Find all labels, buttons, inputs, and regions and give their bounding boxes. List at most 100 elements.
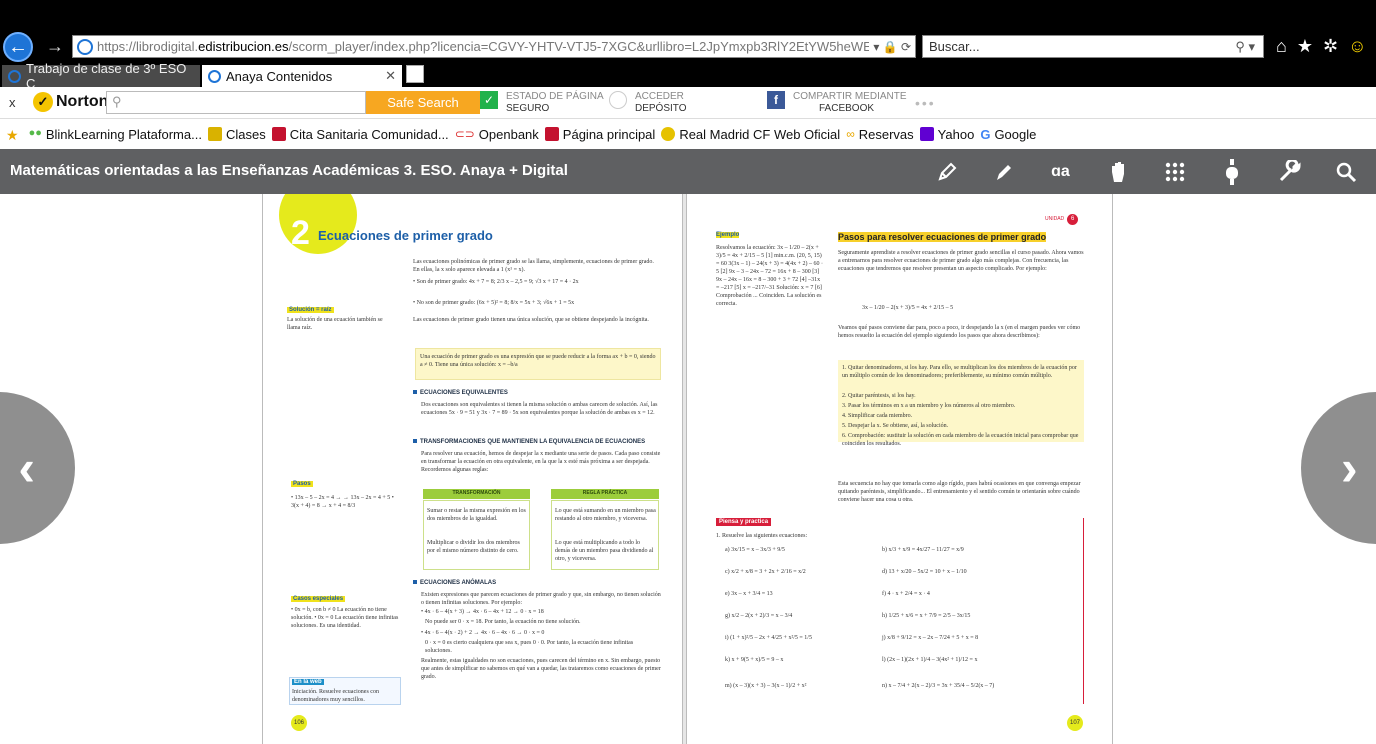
chapter-number: 2 (291, 214, 310, 252)
fav-label: Google (994, 126, 1037, 142)
web-activity-box[interactable]: En la web Iniciación. Resuelve ecuacione… (289, 677, 401, 705)
home-icon[interactable]: ⌂ (1276, 36, 1287, 57)
forward-arrow-icon: → (46, 36, 64, 56)
fav-label: Openbank (478, 126, 539, 142)
status-value: DEPÓSITO (635, 103, 687, 114)
yahoo-icon (919, 127, 934, 141)
side-note-title: Solución = raíz (287, 307, 334, 313)
exercise-item: b) x/3 + x/9 = 4x/27 – 11/27 = x/9 (882, 547, 964, 553)
example-line: 0 · x = 0 es cierto cualquiera que sea x… (425, 640, 634, 654)
book-page-right: UNIDAD 6 Ejemplo Resolvamos la ecuación: … (686, 194, 1113, 744)
section-text: Realmente, estas igualdades no son ecuac… (421, 658, 661, 680)
intro-text-2: Las ecuaciones de primer grado tienen un… (413, 317, 649, 323)
definition-text: Una ecuación de primer grado es una expr… (420, 354, 656, 368)
tab-anaya-contenidos[interactable]: Anaya Contenidos ✕ (202, 65, 402, 87)
exercise-item: c) x/2 + x/8 = 3 + 2x + 2/16 = x/2 (725, 569, 806, 575)
status-value: SEGURO (506, 103, 550, 114)
fav-cita-sanitaria[interactable]: Cita Sanitaria Comunidad... (271, 127, 449, 142)
fav-real-madrid[interactable]: Real Madrid CF Web Oficial (661, 127, 840, 142)
step-item: 3. Pasar los términos en x a un miembro … (842, 403, 1016, 409)
hand-icon[interactable] (1089, 157, 1146, 187)
fav-label: Reservas (858, 126, 914, 142)
real-madrid-icon (661, 127, 676, 141)
section-marker (413, 390, 417, 394)
url-domain: edistribucion.es (198, 39, 289, 54)
wrench-icon[interactable] (1260, 157, 1317, 187)
example-line: • 4x · 6 – 4(x + 3) → 4x · 6 – 4x + 12 →… (421, 609, 544, 615)
next-page-button[interactable]: › (1301, 392, 1376, 544)
safe-search-button[interactable]: Safe Search (366, 91, 480, 114)
back-arrow-icon: ← (8, 35, 28, 58)
fav-reservas[interactable]: ∞ Reservas (846, 127, 913, 142)
fav-label: Yahoo (937, 126, 975, 142)
steps-section-title: Pasos para resolver ecuaciones de primer… (838, 232, 1047, 242)
more-options-icon[interactable]: ••• (915, 95, 936, 111)
openbank-icon: ⊂⊃ (454, 127, 475, 141)
favorites-star-icon[interactable]: ★ (1297, 36, 1313, 57)
practice-label: Piensa y practica (716, 518, 772, 526)
deposit-button[interactable]: ACCEDER DEPÓSITO (609, 91, 687, 115)
section-title: ECUACIONES EQUIVALENTES (413, 390, 508, 396)
fav-yahoo[interactable]: Yahoo (919, 126, 975, 142)
reader-toolbar: ɑa (918, 157, 1374, 187)
norton-logo-text: Norton (56, 93, 109, 110)
pointer-icon[interactable] (1203, 157, 1260, 187)
exercise-item: a) 3x/15 = x – 3x/3 + 9/5 (725, 547, 785, 553)
steps-intro-2: Veamos qué pasos conviene dar para, poco… (838, 325, 1081, 339)
grid-icon[interactable] (1146, 157, 1203, 187)
address-tools[interactable]: ▾ 🔒 ⟳ (869, 40, 915, 54)
fav-clases[interactable]: Clases (207, 127, 266, 142)
side-note-title: Casos especiales (291, 596, 346, 602)
feedback-smiley-icon[interactable]: ☺ (1348, 36, 1366, 57)
steps-intro: Seguramente aprendiste a resolver ecuaci… (838, 250, 1084, 272)
practice-instruction: 1. Resuelve las siguientes ecuaciones: (716, 533, 808, 539)
close-toolbar-icon[interactable]: x (9, 95, 16, 110)
fav-openbank[interactable]: ⊂⊃ Openbank (455, 127, 539, 142)
worked-example: Resolvamos la ecuación: 3x – 1/20 – 2(x … (716, 245, 824, 307)
unit-number: 6 (1067, 214, 1079, 225)
definition-box: Una ecuación de primer grado es una expr… (415, 348, 661, 380)
section-title: TRANSFORMACIONES QUE MANTIENEN LA EQUIVA… (413, 439, 645, 445)
unit-indicator: UNIDAD 6 (1045, 214, 1079, 225)
table-cell-text: Lo que está multiplicando a todo lo demá… (555, 540, 654, 562)
search-icon[interactable] (1317, 157, 1374, 187)
browser-search-input[interactable]: Buscar... ⚲ ▾ (922, 35, 1264, 58)
table-cell: Lo que está sumando en un miembro pasa r… (551, 500, 659, 570)
marker-icon[interactable] (975, 157, 1032, 187)
shield-check-icon: ✓ (480, 91, 498, 109)
url-prefix: https://librodigital. (97, 39, 199, 54)
norton-search-input[interactable]: ⚲ (106, 91, 366, 114)
settings-gear-icon[interactable]: ✲ (1323, 36, 1338, 57)
navigation-bar: ← → https://librodigital.edistribucion.e… (0, 30, 1376, 63)
title-bar (0, 0, 1376, 30)
page-status-button[interactable]: ✓ ESTADO DE PÁGINA SEGURO (480, 91, 604, 115)
forward-button[interactable]: → (46, 36, 64, 57)
example-line: • 4x · 6 – 4(x · 2) + 2 → 4x · 6 – 4x · … (421, 630, 545, 636)
status-value: FACEBOOK (819, 103, 875, 114)
share-facebook-button[interactable]: f COMPARTIR MEDIANTE FACEBOOK (767, 91, 907, 115)
fav-label: BlinkLearning Plataforma... (45, 126, 202, 142)
url-text[interactable]: https://librodigital.edistribucion.es/sc… (97, 39, 869, 54)
previous-page-button[interactable]: ‹ (0, 392, 75, 544)
ie-page-icon (77, 38, 93, 55)
side-note-text: • 0x = b, con b ≠ 0 La ecuación no tiene… (291, 607, 399, 629)
new-tab-button[interactable] (406, 65, 424, 83)
page-number: 106 (291, 715, 307, 731)
page-number: 107 (1067, 715, 1083, 731)
add-favorite-star-icon: ★ (6, 127, 19, 143)
pencil-icon[interactable] (918, 157, 975, 187)
side-note-text: • 13x – 5 – 2x = 4 → → 13x – 2x = 4 + 5 … (291, 495, 394, 509)
close-tab-icon[interactable]: ✕ (385, 68, 396, 84)
norton-logo: ✓ Norton (33, 92, 108, 112)
fav-blinklearning[interactable]: ●● BlinkLearning Plataforma... (29, 127, 202, 142)
exercise-item: j) x/8 + 9/12 = x – 2x – 7/24 + 5 + x = … (882, 635, 979, 641)
fav-pagina-principal[interactable]: Página principal (544, 127, 655, 142)
address-bar[interactable]: https://librodigital.edistribucion.es/sc… (72, 35, 916, 58)
back-button[interactable]: ← (3, 32, 33, 62)
favorites-star[interactable]: ★ (6, 127, 23, 143)
table-cell-text: Multiplicar o dividir los dos miembros p… (427, 540, 520, 554)
search-icon[interactable]: ⚲ ▾ (1235, 39, 1255, 55)
tab-trabajo-clase[interactable]: Trabajo de clase de 3º ESO C (2, 61, 200, 91)
fav-google[interactable]: G Google (980, 126, 1037, 143)
text-size-icon[interactable]: ɑa (1032, 157, 1089, 187)
